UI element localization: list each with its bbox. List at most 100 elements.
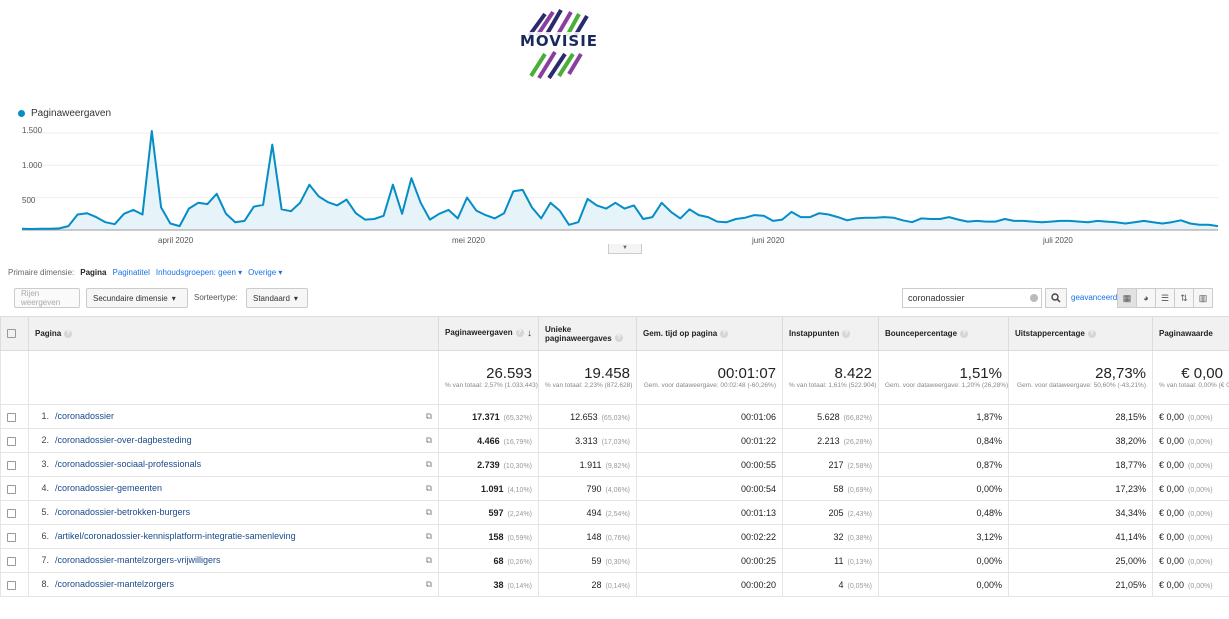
table-row: 1. /coronadossier ⧉ 17.371 (65,32%) 12.653 (65… (0, 404, 1229, 429)
exit-cell: 25,00% (1008, 548, 1153, 573)
unique-cell: 494 (2,54%) (538, 500, 637, 525)
page-link[interactable]: /coronadossier-mantelzorgers-vrijwillige… (55, 555, 221, 565)
col-header-value[interactable]: Paginawaarde (1152, 316, 1229, 351)
help-icon[interactable]: ? (1087, 329, 1096, 338)
help-icon[interactable]: ? (64, 329, 73, 338)
row-checkbox[interactable] (7, 508, 16, 518)
page-cell: 4. /coronadossier-gemeenten ⧉ (28, 476, 439, 501)
table-view-icon[interactable]: ▦ (1117, 288, 1137, 308)
row-checkbox[interactable] (7, 556, 16, 566)
performance-view-icon[interactable]: ☰ (1155, 288, 1175, 308)
sort-type-dropdown[interactable]: Standaard ▾ (246, 288, 308, 308)
page-link[interactable]: /coronadossier-betrokken-burgers (55, 507, 190, 517)
unique-cell: 1.911 (9,82%) (538, 452, 637, 477)
movisie-logo: MOVISIE (515, 6, 603, 80)
external-link-icon[interactable]: ⧉ (426, 555, 432, 566)
secondary-dimension-dropdown[interactable]: Secundaire dimensie ▾ (86, 288, 188, 308)
col-header-unique-label: Unieke paginaweergaves (545, 324, 612, 343)
table-toolbar: Rijen weergeven Secundaire dimensie ▾ So… (14, 288, 1229, 308)
row-number: 4. (41, 483, 49, 493)
logo-text: MOVISIE (515, 32, 603, 50)
page-link[interactable]: /coronadossier-over-dagbesteding (55, 435, 192, 445)
col-header-page[interactable]: Pagina? (28, 316, 439, 351)
external-link-icon[interactable]: ⧉ (426, 483, 432, 494)
row-number: 8. (41, 579, 49, 589)
select-all-header[interactable] (0, 316, 29, 351)
page-link[interactable]: /coronadossier-mantelzorgers (55, 579, 174, 589)
row-checkbox[interactable] (7, 412, 16, 422)
comparison-view-icon[interactable]: ⇅ (1174, 288, 1194, 308)
table-header-row: Pagina? ↓ Paginaweergaven? Unieke paginaw… (0, 316, 1229, 351)
col-header-avg-time[interactable]: Gem. tijd op pagina? (636, 316, 783, 351)
exit-cell: 34,34% (1008, 500, 1153, 525)
select-all-checkbox[interactable] (7, 329, 16, 339)
page-link[interactable]: /coronadossier (55, 411, 114, 421)
col-header-pageviews[interactable]: ↓ Paginaweergaven? (438, 316, 539, 351)
pivot-view-icon[interactable]: ▥ (1193, 288, 1213, 308)
row-number: 1. (41, 411, 49, 421)
row-checkbox[interactable] (7, 532, 16, 542)
pie-view-icon[interactable]: ◕ (1136, 288, 1156, 308)
bounce-cell: 0,00% (878, 572, 1009, 597)
col-header-bounce[interactable]: Bouncepercentage? (878, 316, 1009, 351)
advanced-filter-link[interactable]: geavanceerd (1071, 293, 1117, 302)
value-cell: € 0,00 (0,00%) (1152, 524, 1229, 549)
chart-collapse-toggle[interactable]: ▼ (608, 244, 642, 254)
help-icon[interactable]: ? (720, 329, 729, 338)
page-cell: 5. /coronadossier-betrokken-burgers ⧉ (28, 500, 439, 525)
col-header-unique[interactable]: Unieke paginaweergaves? (538, 316, 637, 351)
help-icon[interactable]: ? (614, 334, 623, 343)
bounce-cell: 0,48% (878, 500, 1009, 525)
total-bounce: 1,51% Gem. voor dataweergave: 1,20% (26,2… (878, 350, 1009, 405)
pageviews-cell: 4.466 (16,79%) (438, 428, 539, 453)
dimension-option-paginatitel[interactable]: Paginatitel (112, 268, 149, 277)
search-button[interactable] (1045, 288, 1067, 308)
dimension-option-pagina[interactable]: Pagina (80, 268, 106, 277)
dimension-option-overige[interactable]: Overige ▾ (248, 268, 282, 277)
unique-cell: 148 (0,76%) (538, 524, 637, 549)
page-cell: 2. /coronadossier-over-dagbesteding ⧉ (28, 428, 439, 453)
table-search-input[interactable]: coronadossier (902, 288, 1042, 308)
bounce-cell: 0,00% (878, 476, 1009, 501)
col-header-entrances[interactable]: Instappunten? (782, 316, 879, 351)
report-table: Pagina? ↓ Paginaweergaven? Unieke paginaw… (0, 316, 1229, 597)
pageviews-cell: 1.091 (4,10%) (438, 476, 539, 501)
page-cell: 7. /coronadossier-mantelzorgers-vrijwilli… (28, 548, 439, 573)
dimension-option-inhoudsgroepen[interactable]: Inhoudsgroepen: geen ▾ (156, 268, 242, 277)
total-pageviews: 26.593% van totaal: 2,57% (1.033.443) (438, 350, 539, 405)
page-link[interactable]: /artikel/coronadossier-kennisplatform-in… (55, 531, 296, 541)
external-link-icon[interactable]: ⧉ (426, 507, 432, 518)
external-link-icon[interactable]: ⧉ (426, 411, 432, 422)
row-checkbox[interactable] (7, 484, 16, 494)
row-checkbox[interactable] (7, 460, 16, 470)
row-number: 5. (41, 507, 49, 517)
external-link-icon[interactable]: ⧉ (426, 531, 432, 542)
avg-time-cell: 00:01:06 (636, 404, 783, 429)
value-cell: € 0,00 (0,00%) (1152, 500, 1229, 525)
page-link[interactable]: /coronadossier-gemeenten (55, 483, 162, 493)
row-checkbox[interactable] (7, 436, 16, 446)
total-entrances: 8.422% van totaal: 1,61% (522.904) (782, 350, 879, 405)
plot-rows-button[interactable]: Rijen weergeven (14, 288, 80, 308)
external-link-icon[interactable]: ⧉ (426, 435, 432, 446)
sort-type-label: Sorteertype: (194, 293, 238, 302)
bounce-cell: 0,87% (878, 452, 1009, 477)
row-checkbox[interactable] (7, 580, 16, 590)
help-icon[interactable]: ? (515, 328, 524, 337)
entrances-cell: 58 (0,69%) (782, 476, 879, 501)
external-link-icon[interactable]: ⧉ (426, 459, 432, 470)
entrances-cell: 217 (2,58%) (782, 452, 879, 477)
clear-search-icon[interactable] (1030, 294, 1038, 302)
help-icon[interactable]: ? (842, 329, 851, 338)
page-link[interactable]: /coronadossier-sociaal-professionals (55, 459, 201, 469)
col-header-exit[interactable]: Uitstappercentage? (1008, 316, 1153, 351)
external-link-icon[interactable]: ⧉ (426, 579, 432, 590)
help-icon[interactable]: ? (960, 329, 969, 338)
page-cell: 6. /artikel/coronadossier-kennisplatform-… (28, 524, 439, 549)
table-row: 3. /coronadossier-sociaal-professionals ⧉ 2… (0, 452, 1229, 477)
row-number: 7. (41, 555, 49, 565)
unique-cell: 59 (0,30%) (538, 548, 637, 573)
exit-cell: 17,23% (1008, 476, 1153, 501)
avg-time-cell: 00:00:20 (636, 572, 783, 597)
exit-cell: 21,05% (1008, 572, 1153, 597)
